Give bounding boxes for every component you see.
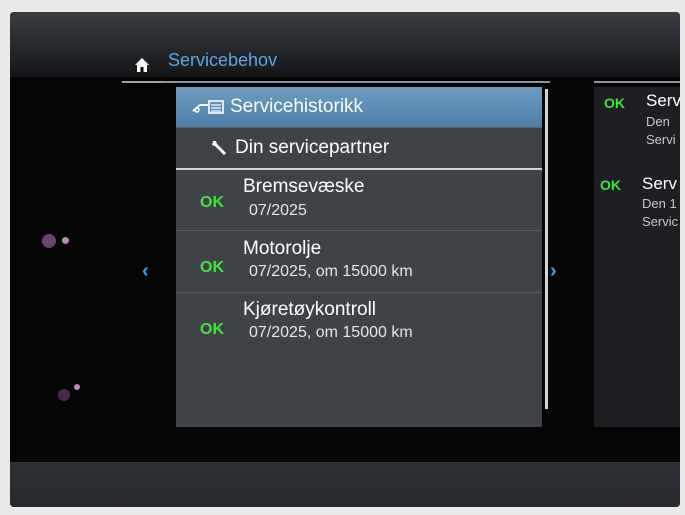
home-tab[interactable]	[122, 49, 162, 83]
light-reflection	[74, 384, 80, 390]
right-item-line: Den	[646, 114, 670, 129]
item-subtitle: 07/2025, om 15000 km	[249, 324, 413, 341]
list-item-bremsevaeske[interactable]: OK Bremsevæske 07/2025	[176, 170, 542, 230]
light-reflection	[42, 234, 56, 248]
right-panel: OK Serv Den Servi OK Serv Den 1 Servic	[594, 87, 680, 427]
service-list: Servicehistorikk Din servicepartner OK B…	[176, 87, 542, 427]
light-reflection	[62, 237, 69, 244]
next-arrow-icon[interactable]: ›	[550, 260, 557, 283]
right-item-line: Servic	[642, 214, 679, 229]
right-item-line: Den 1	[642, 196, 677, 211]
right-panel-divider	[594, 81, 680, 83]
status-ok-badge: OK	[604, 95, 625, 111]
right-item-title: Serv	[646, 91, 680, 110]
status-ok-badge: OK	[600, 177, 621, 193]
status-ok-badge: OK	[200, 194, 224, 211]
light-reflection	[58, 389, 70, 401]
item-title: Kjøretøykontroll	[243, 299, 377, 320]
previous-arrow-icon[interactable]: ‹	[142, 260, 149, 283]
page-title: Servicebehov	[168, 50, 278, 70]
menu-item-service-partner[interactable]: Din servicepartner	[176, 128, 542, 168]
car-service-icon	[192, 100, 224, 114]
status-ok-badge: OK	[200, 259, 224, 276]
wrench-icon	[212, 141, 226, 155]
scrollbar[interactable]	[545, 89, 548, 409]
home-icon	[135, 58, 149, 72]
menu-item-label: Servicehistorikk	[230, 96, 364, 117]
right-item-title: Serv	[642, 174, 677, 193]
menu-item-service-history[interactable]: Servicehistorikk	[176, 87, 542, 127]
bezel-top	[10, 12, 680, 67]
bezel-bottom	[10, 462, 680, 507]
status-ok-badge: OK	[200, 321, 224, 338]
item-title: Motorolje	[243, 238, 322, 259]
item-subtitle: 07/2025, om 15000 km	[249, 263, 413, 280]
item-title: Bremsevæske	[243, 176, 365, 197]
display-bezel: Servicebehov ‹ Servicehistorikk Din serv…	[10, 12, 680, 507]
menu-item-label: Din servicepartner	[235, 137, 390, 158]
list-item-kjoretoykontroll[interactable]: OK Kjøretøykontroll 07/2025, om 15000 km	[176, 293, 542, 353]
item-subtitle: 07/2025	[249, 202, 307, 219]
header-divider	[162, 81, 550, 83]
right-item-line: Servi	[646, 132, 676, 147]
list-item-motorolje[interactable]: OK Motorolje 07/2025, om 15000 km	[176, 231, 542, 291]
